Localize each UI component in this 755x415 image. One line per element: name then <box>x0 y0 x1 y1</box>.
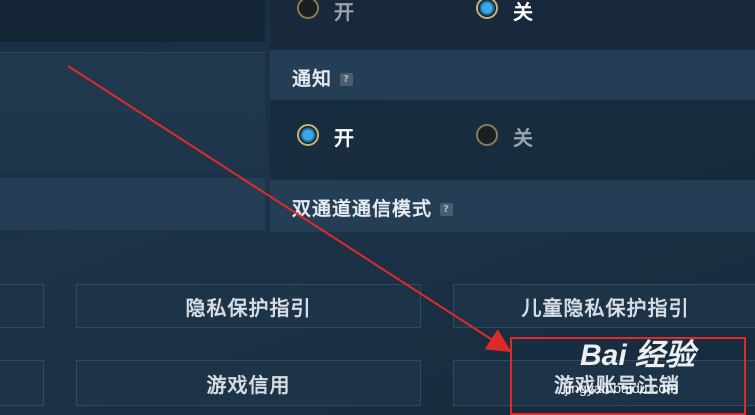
watermark-brand: Bai 经验 <box>580 339 696 372</box>
watermark-url: jingyan.baidu.com <box>565 380 678 396</box>
baidu-watermark: Bai 经验 jingyan.baidu.com <box>560 330 755 415</box>
